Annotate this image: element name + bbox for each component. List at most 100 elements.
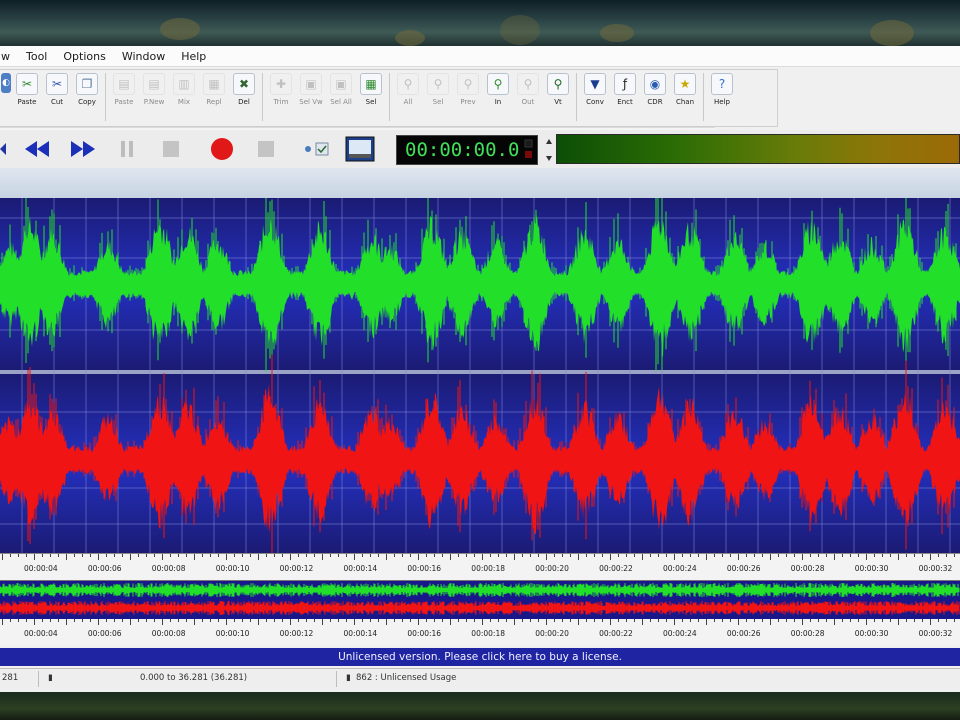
zoom-sel-icon: ⚲ [427, 73, 449, 95]
select-all-button[interactable]: ▣ Sel All [326, 69, 356, 125]
toolbar-button-label: In [494, 98, 502, 106]
zoom-sel-button[interactable]: ⚲ Sel [423, 69, 453, 125]
toolbar-button-label: Out [521, 98, 535, 106]
stop-partial-icon[interactable] [0, 135, 10, 163]
replace-button[interactable]: ▦ Repl [199, 69, 229, 125]
menu-tool[interactable]: Tool [18, 50, 55, 63]
toolbar-button-label: Sel Vw [299, 98, 323, 106]
mix-icon: ▥ [173, 73, 195, 95]
toolbar-button-label: Enct [617, 98, 633, 106]
timeline-tick-label: 00:00:06 [87, 564, 122, 573]
timeline-tick-label: 00:00:16 [407, 629, 442, 638]
ruler-ticks [0, 619, 960, 625]
timeline-tick-label: 00:00:10 [215, 629, 250, 638]
toolbar-button-label: Prev [460, 98, 476, 106]
timeline-tick-label: 00:00:14 [343, 564, 378, 573]
select-button[interactable]: ▦ Sel [356, 69, 386, 125]
ruler-ticks [0, 554, 960, 560]
audio-editor-window: w Tool Options Window Help ◐ ✂ Paste ✂ Cut ❐ C… [0, 46, 960, 692]
zoom-all-button[interactable]: ⚲ All [393, 69, 423, 125]
record-icon [211, 138, 233, 160]
status-divider [336, 671, 337, 687]
zoom-vertical-icon: ⚲ [547, 73, 569, 95]
toolbar-button-label: Sel All [330, 98, 352, 106]
fast-forward-button[interactable] [66, 135, 98, 163]
pause-button[interactable] [116, 135, 138, 163]
zoom-in-button[interactable]: ⚲ In [483, 69, 513, 125]
rewind-icon [25, 141, 49, 157]
zoom-out-button[interactable]: ⚲ Out [513, 69, 543, 125]
paste-new-button[interactable]: ▤ Paste [109, 69, 139, 125]
menu-help[interactable]: Help [173, 50, 214, 63]
select-view-icon: ▣ [300, 73, 322, 95]
cut-button[interactable]: ✂ Cut [42, 69, 72, 125]
cd-rip-button[interactable]: ◉ CDR [640, 69, 670, 125]
toolbar-button-label: Del [238, 98, 250, 106]
timeline-tick-label: 00:00:20 [535, 629, 569, 638]
paste-new-file-icon: ▤ [143, 73, 165, 95]
scope-button[interactable] [344, 135, 376, 163]
paste-new-file-button[interactable]: ▤ P.New [139, 69, 169, 125]
help-button[interactable]: ? Help [707, 69, 737, 125]
timeline-tick-label: 00:00:28 [790, 564, 825, 573]
timeline-tick-label: 00:00:10 [215, 564, 250, 573]
fast-forward-icon [71, 141, 95, 157]
zoom-prev-button[interactable]: ⚲ Prev [453, 69, 483, 125]
mix-button[interactable]: ▥ Mix [169, 69, 199, 125]
cd-rip-icon: ◉ [644, 73, 666, 95]
stop-button[interactable] [160, 135, 182, 163]
status-divider [38, 671, 39, 687]
status-position: 281 [2, 673, 19, 683]
select-view-button[interactable]: ▣ Sel Vw [296, 69, 326, 125]
waveform-view[interactable] [0, 198, 960, 553]
menu-item-partial[interactable]: w [0, 50, 18, 63]
timeline-tick-label: 00:00:28 [790, 629, 825, 638]
timeline-tick-label: 00:00:30 [854, 629, 889, 638]
waveform-scope-icon [345, 136, 375, 162]
timeline-tick-label: 00:00:20 [535, 564, 569, 573]
zoom-prev-icon: ⚲ [457, 73, 479, 95]
loop-toggle[interactable] [300, 135, 334, 163]
timeline-tick-label: 00:00:18 [471, 629, 505, 638]
overview-canvas [0, 583, 960, 615]
channels-button[interactable]: ★ Chan [670, 69, 700, 125]
time-readout: 00:00:00.0 [405, 139, 520, 161]
menu-options[interactable]: Options [55, 50, 113, 63]
menu-window[interactable]: Window [114, 50, 173, 63]
toolbar-button-label: Vt [554, 98, 562, 106]
timeline-tick-label: 00:00:12 [279, 629, 314, 638]
paste-button[interactable]: ✂ Paste [12, 69, 42, 125]
timeline-tick-label: 00:00:16 [407, 564, 442, 573]
encode-button[interactable]: ƒ Enct [610, 69, 640, 125]
partial-toolbar-button[interactable]: ◐ [0, 69, 12, 125]
timeline-tick-label: 00:00:22 [599, 564, 633, 573]
time-indicator-icon [524, 139, 533, 158]
loop-icon [305, 142, 329, 156]
timeline-tick-label: 00:00:26 [726, 629, 761, 638]
toolbar-button-label: Sel [365, 98, 377, 106]
timeline-ruler[interactable]: 00:00:04 00:00:06 00:00:08 00:00:10 00:00:12… [0, 553, 960, 580]
meter-arrows [544, 136, 554, 164]
overview-waveform[interactable] [0, 580, 960, 620]
copy-button[interactable]: ❐ Copy [72, 69, 102, 125]
rewind-button[interactable] [22, 135, 54, 163]
zoom-vertical-button[interactable]: ⚲ Vt [543, 69, 573, 125]
status-bar: 281 ▮ 0.000 to 36.281 (36.281) ▮ 862 : U… [0, 668, 960, 689]
transport-bar: 00:00:00.0 [0, 130, 960, 168]
timeline-tick-label: 00:00:04 [24, 564, 58, 573]
toolbar-button-label: Repl [206, 98, 222, 106]
timeline-tick-label: 00:00:24 [663, 629, 697, 638]
license-banner[interactable]: Unlicensed version. Please click here to… [0, 648, 960, 666]
record-stop-button[interactable] [254, 135, 278, 163]
timeline-tick-label: 00:00:14 [343, 629, 378, 638]
toolbar-button-label: Chan [675, 98, 695, 106]
record-button[interactable] [208, 135, 236, 163]
delete-button[interactable]: ✖ Del [229, 69, 259, 125]
encode-icon: ƒ [614, 73, 636, 95]
license-link[interactable]: Unlicensed version. Please click here to… [338, 651, 622, 663]
convert-button[interactable]: ▼ Conv [580, 69, 610, 125]
overview-ruler[interactable]: 00:00:04 00:00:06 00:00:08 00:00:10 00:00:12… [0, 619, 960, 645]
status-lock-icon: ▮ [48, 673, 53, 683]
trim-button[interactable]: ✚ Trim [266, 69, 296, 125]
paste-icon: ✂ [16, 73, 38, 95]
